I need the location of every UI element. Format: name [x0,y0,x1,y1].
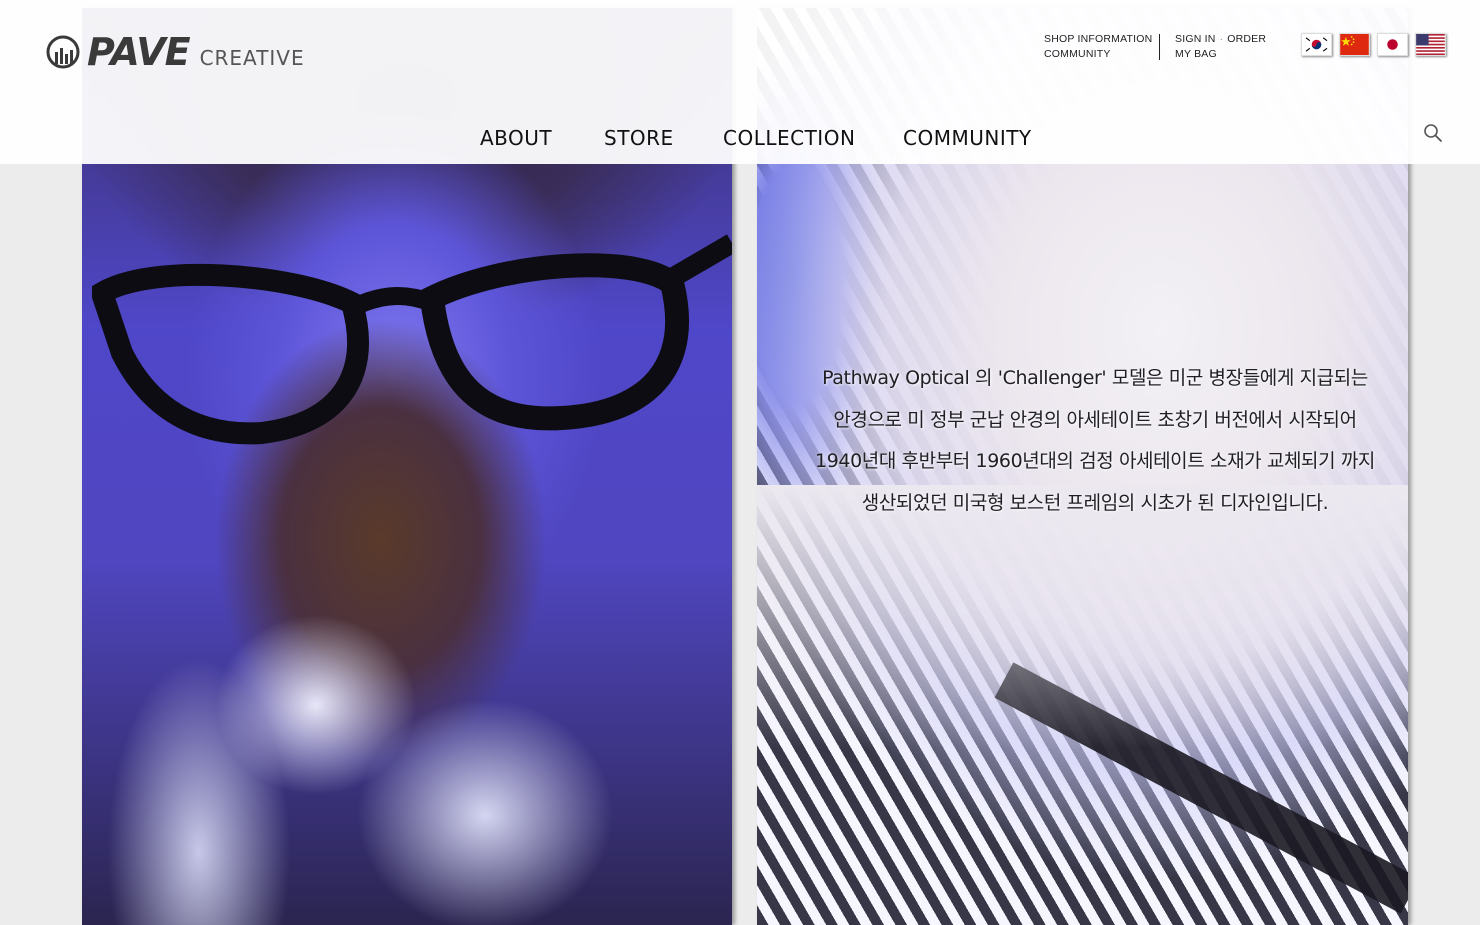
description-line: 1940년대 후반부터 1960년대의 검정 아세테이트 소재가 교체되기 까지 [815,450,1375,472]
glasses-illustration [92,234,732,445]
logo-word: PAVE [87,30,191,74]
utility-links-left: SHOP INFORMATION COMMUNITY [1044,32,1152,62]
shop-information-link[interactable]: SHOP INFORMATION [1044,32,1152,47]
community-link-small[interactable]: COMMUNITY [1044,47,1111,62]
separator-dot: · [1219,33,1224,45]
korea-flag-icon[interactable] [1301,33,1332,56]
my-bag-link[interactable]: MY BAG [1175,47,1217,62]
product-description: Pathway Optical 의 'Challenger' 모델은 미군 병장… [790,358,1400,524]
nav-collection[interactable]: COLLECTION [723,126,855,150]
nav-about[interactable]: ABOUT [480,126,552,150]
japan-flag-icon[interactable] [1377,33,1408,56]
description-line: 안경으로 미 정부 군납 안경의 아세테이트 초창기 버전에서 시작되어 [833,408,1357,431]
search-icon[interactable] [1423,123,1443,143]
nav-store[interactable]: STORE [604,126,674,150]
usa-flag-icon[interactable] [1415,33,1446,56]
order-link[interactable]: ORDER [1227,32,1266,47]
china-flag-icon[interactable] [1339,33,1370,56]
site-header: PAVE CREATIVE SHOP INFORMATION COMMUNITY… [0,0,1480,164]
sign-in-link[interactable]: SIGN IN [1175,32,1216,47]
description-line: 생산되었던 미국형 보스턴 프레임의 시초가 된 디자인입니다. [861,491,1329,514]
logo[interactable]: PAVE CREATIVE [45,30,305,74]
description-line: Pathway Optical 의 'Challenger' 모델은 미군 병장… [822,367,1368,389]
logo-subtitle: CREATIVE [199,46,305,70]
suspender-strap [994,662,1408,914]
logo-mark-icon [46,35,80,69]
nav-community[interactable]: COMMUNITY [903,126,1032,150]
utility-links-right: SIGN IN · ORDER MY BAG [1175,32,1266,62]
utility-divider [1159,34,1160,60]
language-flags [1301,33,1446,56]
